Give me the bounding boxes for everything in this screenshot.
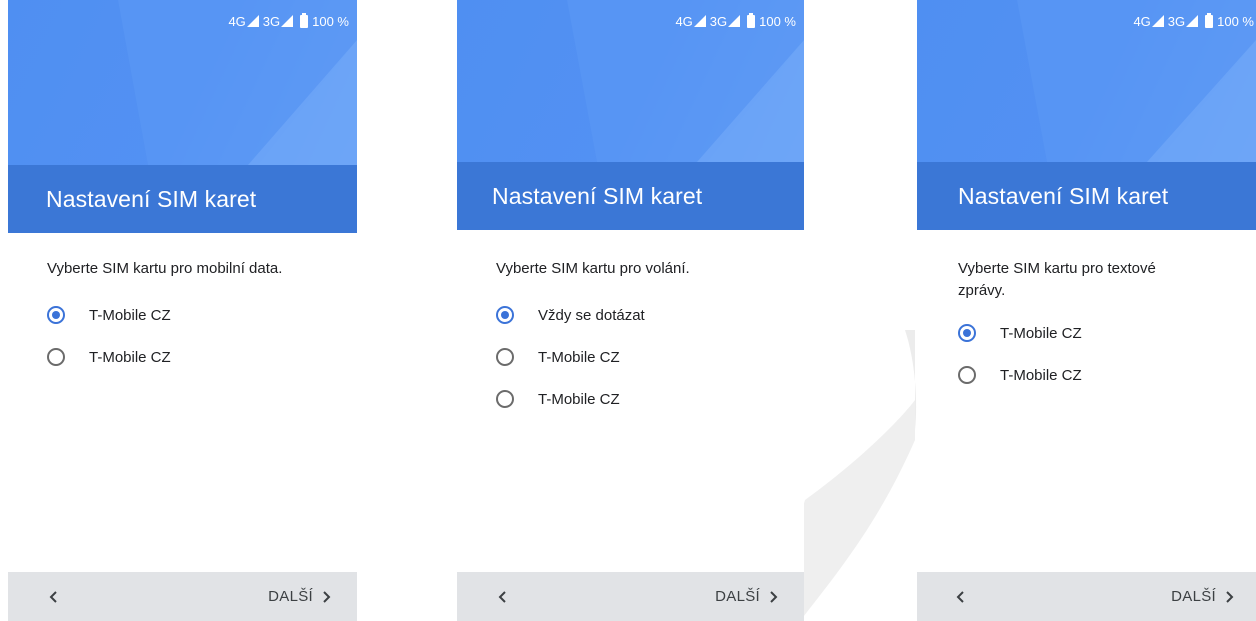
- network-3g-label: 3G: [709, 13, 728, 29]
- status-bar: 4G 3G 100 %: [1133, 12, 1254, 30]
- page-title: Nastavení SIM karet: [958, 182, 1169, 209]
- network-3g: 3G: [709, 13, 741, 29]
- network-3g-label: 3G: [262, 13, 281, 29]
- network-4g-label: 4G: [228, 13, 246, 29]
- next-button[interactable]: DALŠÍ: [268, 588, 331, 605]
- network-4g-label: 4G: [1133, 13, 1151, 29]
- sim-option-1[interactable]: T-Mobile CZ: [958, 312, 1256, 354]
- battery-icon: [300, 12, 309, 28]
- network-4g: 4G: [675, 13, 706, 29]
- status-bar: 4G 3G 100 %: [228, 12, 349, 30]
- battery-icon: [747, 12, 756, 28]
- phone-screen-calls: 4G 3G 100 % Nastavení SIM karet Vyberte …: [457, 0, 804, 621]
- chevron-right-icon: [323, 590, 331, 603]
- option-label: T-Mobile CZ: [538, 348, 620, 366]
- title-band: Nastavení SIM karet: [457, 162, 804, 230]
- prompt-text: Vyberte SIM kartu pro textové zprávy.: [958, 260, 1156, 299]
- next-label: DALŠÍ: [1171, 588, 1216, 605]
- sim-option-1[interactable]: T-Mobile CZ: [47, 294, 357, 336]
- next-button[interactable]: DALŠÍ: [715, 588, 778, 605]
- prompt-text: Vyberte SIM kartu pro mobilní data.: [47, 260, 283, 277]
- content: Vyberte SIM kartu pro mobilní data. T-Mo…: [8, 258, 357, 378]
- prompt-text: Vyberte SIM kartu pro volání.: [496, 260, 690, 277]
- bottom-nav-bar: DALŠÍ: [457, 572, 804, 621]
- title-band: Nastavení SIM karet: [8, 165, 357, 233]
- option-label: T-Mobile CZ: [1000, 324, 1082, 342]
- radio-unselected[interactable]: [47, 348, 65, 366]
- next-button[interactable]: DALŠÍ: [1171, 588, 1234, 605]
- phone-screen-mobile-data: 4G 3G 100 % Nastavení SIM karet Vyberte …: [8, 0, 357, 621]
- status-bar: 4G 3G 100 %: [675, 12, 796, 30]
- radio-unselected[interactable]: [958, 366, 976, 384]
- radio-selected[interactable]: [958, 324, 976, 342]
- signal-icon: [1186, 15, 1199, 27]
- sim-options: T-Mobile CZ T-Mobile CZ: [47, 294, 357, 378]
- chevron-left-icon: [498, 590, 506, 603]
- header-hero: 4G 3G 100 %: [457, 0, 804, 162]
- battery-icon: [1205, 12, 1214, 28]
- option-label: T-Mobile CZ: [89, 348, 171, 366]
- radio-unselected[interactable]: [496, 390, 514, 408]
- sim-option-2[interactable]: T-Mobile CZ: [47, 336, 357, 378]
- network-3g-label: 3G: [1167, 13, 1186, 29]
- network-3g: 3G: [1167, 13, 1199, 29]
- back-button[interactable]: [34, 577, 74, 617]
- back-button[interactable]: [483, 577, 523, 617]
- sim-option-2[interactable]: T-Mobile CZ: [496, 336, 804, 378]
- signal-icon: [728, 15, 741, 27]
- radio-selected[interactable]: [496, 306, 514, 324]
- sim-options: T-Mobile CZ T-Mobile CZ: [958, 312, 1256, 396]
- sim-options: Vždy se dotázat T-Mobile CZ T-Mobile CZ: [496, 294, 804, 420]
- battery-percent: 100 %: [1217, 13, 1254, 29]
- chevron-left-icon: [49, 590, 57, 603]
- signal-icon: [281, 15, 294, 27]
- header-hero: 4G 3G 100 %: [8, 0, 357, 165]
- signal-icon: [693, 15, 706, 27]
- bottom-nav-bar: DALŠÍ: [8, 572, 357, 621]
- title-band: Nastavení SIM karet: [917, 162, 1256, 230]
- network-4g: 4G: [228, 13, 259, 29]
- option-label: T-Mobile CZ: [538, 390, 620, 408]
- back-button[interactable]: [941, 577, 981, 617]
- chevron-right-icon: [770, 590, 778, 603]
- chevron-left-icon: [956, 590, 964, 603]
- sim-option-3[interactable]: T-Mobile CZ: [496, 378, 804, 420]
- phone-screen-sms: 4G 3G 100 % Nastavení SIM karet Vyberte …: [917, 0, 1256, 621]
- signal-icon: [1151, 15, 1164, 27]
- network-3g: 3G: [262, 13, 294, 29]
- option-label: T-Mobile CZ: [89, 306, 171, 324]
- battery-percent: 100 %: [312, 13, 349, 29]
- option-label: T-Mobile CZ: [1000, 366, 1082, 384]
- radio-selected[interactable]: [47, 306, 65, 324]
- content: Vyberte SIM kartu pro textové zprávy. T-…: [917, 258, 1256, 396]
- signal-icon: [246, 15, 259, 27]
- bottom-nav-bar: DALŠÍ: [917, 572, 1256, 621]
- content: Vyberte SIM kartu pro volání. Vždy se do…: [457, 258, 804, 420]
- chevron-right-icon: [1226, 590, 1234, 603]
- battery-percent: 100 %: [759, 13, 796, 29]
- radio-unselected[interactable]: [496, 348, 514, 366]
- header-hero: 4G 3G 100 %: [917, 0, 1256, 162]
- option-label: Vždy se dotázat: [538, 306, 645, 324]
- network-4g-label: 4G: [675, 13, 693, 29]
- sim-option-1[interactable]: Vždy se dotázat: [496, 294, 804, 336]
- sim-option-2[interactable]: T-Mobile CZ: [958, 354, 1256, 396]
- next-label: DALŠÍ: [268, 588, 313, 605]
- page-title: Nastavení SIM karet: [46, 185, 257, 212]
- network-4g: 4G: [1133, 13, 1164, 29]
- next-label: DALŠÍ: [715, 588, 760, 605]
- page-title: Nastavení SIM karet: [492, 182, 703, 209]
